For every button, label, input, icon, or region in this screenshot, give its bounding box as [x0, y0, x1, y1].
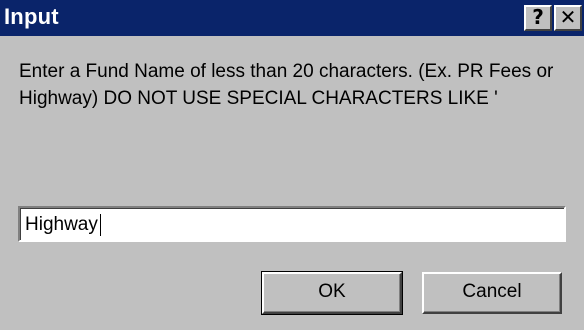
- cancel-button-label: Cancel: [462, 281, 522, 302]
- help-button[interactable]: ?: [524, 5, 552, 31]
- question-mark-icon: ?: [532, 5, 544, 29]
- ok-button[interactable]: OK: [261, 271, 403, 315]
- close-icon: ✕: [559, 5, 577, 29]
- title-bar[interactable]: Input ? ✕: [0, 0, 584, 36]
- fund-name-value: Highway: [25, 214, 98, 235]
- ok-button-label: OK: [318, 281, 346, 302]
- prompt-message: Enter a Fund Name of less than 20 charac…: [19, 61, 554, 109]
- fund-name-input[interactable]: Highway: [18, 206, 566, 242]
- close-button[interactable]: ✕: [554, 5, 582, 31]
- window-title: Input: [4, 4, 59, 29]
- text-caret: [100, 214, 101, 236]
- input-dialog: Input ? ✕ Enter a Fund Name of less than…: [0, 0, 584, 330]
- cancel-button[interactable]: Cancel: [422, 272, 562, 314]
